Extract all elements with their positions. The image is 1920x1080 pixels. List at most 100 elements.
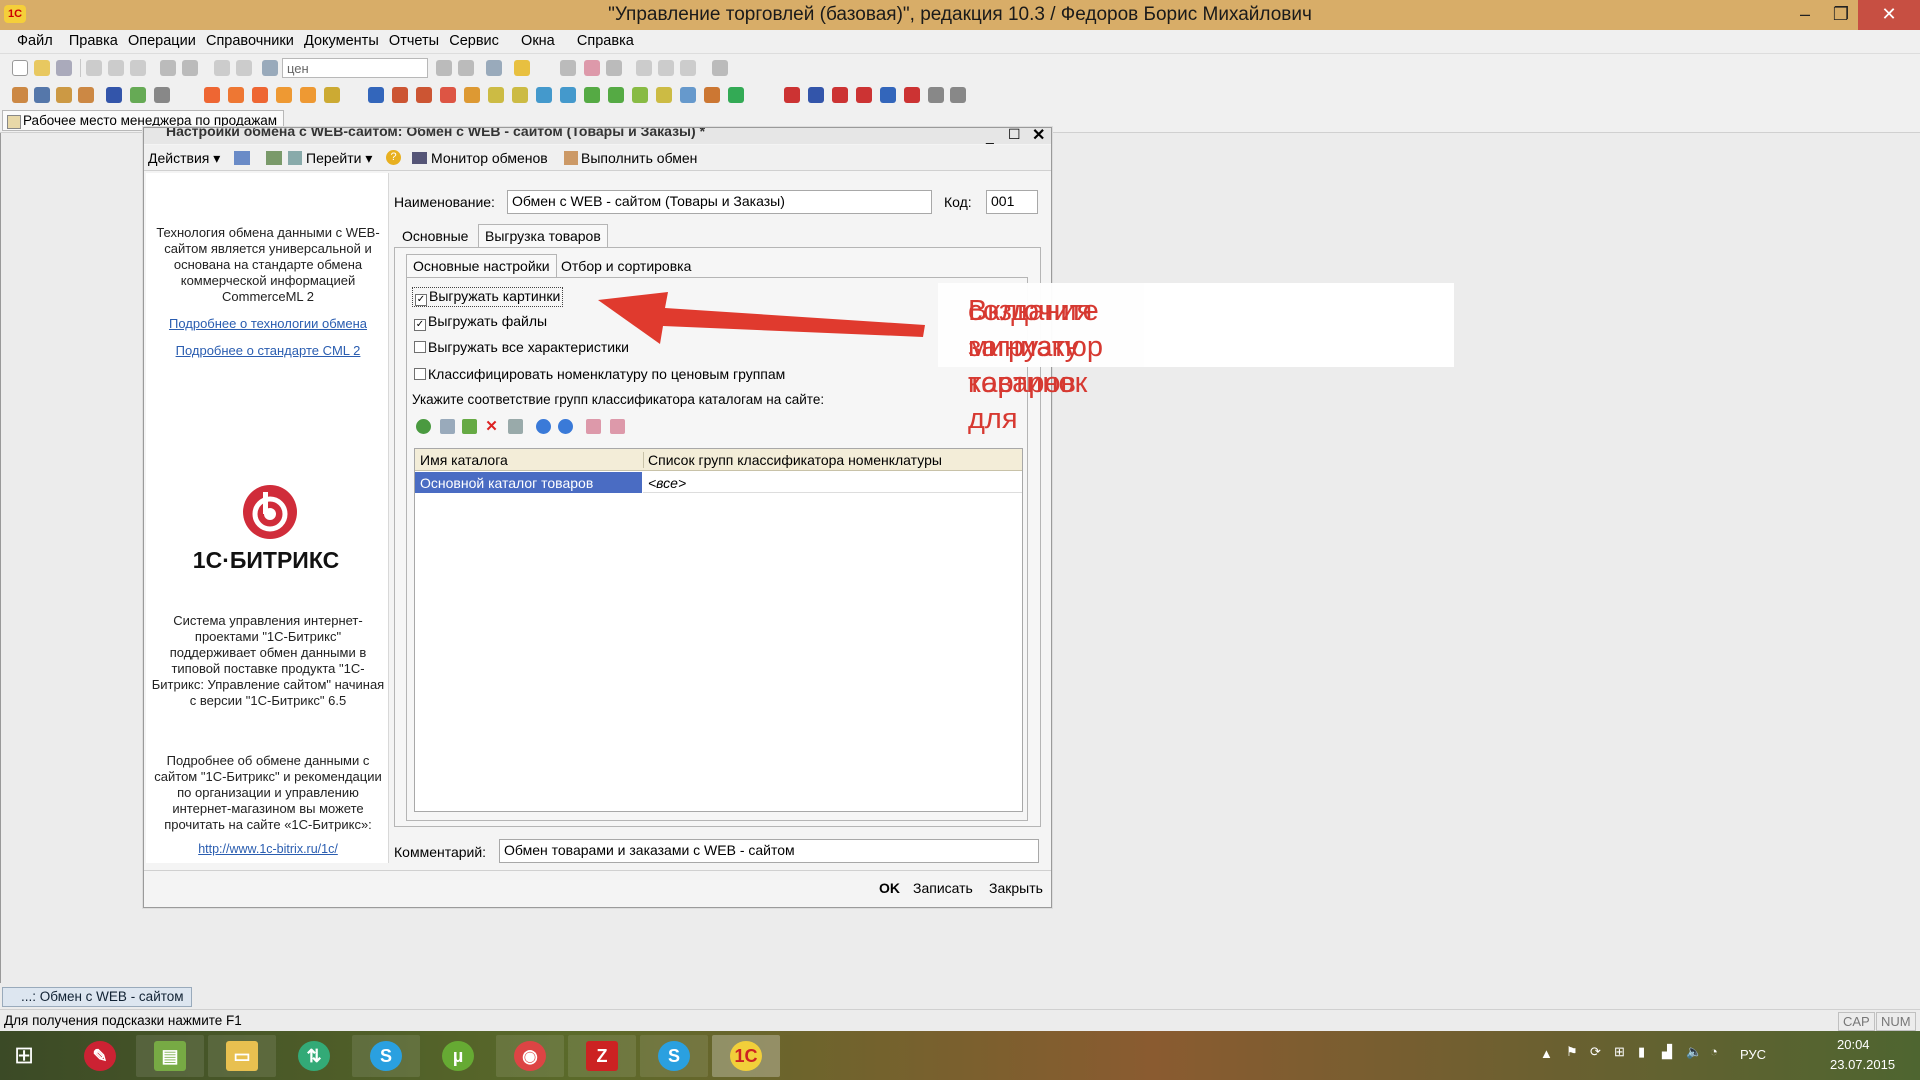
toolbar-doc-icon-31[interactable] — [808, 87, 824, 103]
subtab-main-settings[interactable]: Основные настройки — [406, 254, 557, 277]
toolbar-doc-icon-10[interactable] — [252, 87, 268, 103]
toolbar-doc-icon-22[interactable] — [560, 87, 576, 103]
print-icon[interactable] — [160, 60, 176, 76]
window-close-button[interactable]: ✕ — [1032, 125, 1045, 145]
search-input[interactable]: цен — [282, 58, 428, 78]
toolbar-doc-icon-11[interactable] — [276, 87, 292, 103]
column-classifier-groups[interactable]: Список групп классификатора номенклатуры — [643, 452, 942, 468]
window-maximize-button[interactable]: ☐ — [1008, 126, 1021, 143]
taskbar-app-skype-1[interactable]: S — [352, 1035, 420, 1077]
volume-icon[interactable]: 🔈 — [1686, 1044, 1702, 1060]
toolbar-doc-icon-16[interactable] — [416, 87, 432, 103]
cml-standard-link[interactable]: Подробнее о стандарте CML 2 — [150, 343, 386, 359]
code-field[interactable]: 001 — [986, 190, 1038, 214]
export-files-checkbox[interactable]: ✓ Выгружать файлы — [414, 313, 547, 331]
taskbar-app-calculator[interactable]: ▤ — [136, 1035, 204, 1077]
taskbar-app-paint[interactable]: ✎ — [66, 1035, 134, 1077]
find-prev-icon[interactable] — [458, 60, 474, 76]
technology-link[interactable]: Подробнее о технологии обмена — [150, 316, 386, 332]
menu-documents[interactable]: Документы — [301, 30, 382, 49]
taskbar-app-skype-2[interactable]: S — [640, 1035, 708, 1077]
close-button[interactable]: ✕ — [1858, 0, 1920, 30]
toolbar-doc-icon-20[interactable] — [512, 87, 528, 103]
calendar-icon[interactable] — [584, 60, 600, 76]
memory-m-icon[interactable] — [636, 60, 652, 76]
toolbar-doc-icon-34[interactable] — [880, 87, 896, 103]
move-down-icon[interactable] — [558, 419, 573, 434]
tab-main[interactable]: Основные — [395, 224, 475, 246]
table-icon[interactable] — [508, 419, 523, 434]
signal-icon[interactable]: ▟ — [1662, 1044, 1672, 1060]
windows-icon[interactable]: ⊞ — [1614, 1044, 1625, 1060]
add-icon[interactable] — [416, 419, 431, 434]
toolbar-doc-icon-32[interactable] — [832, 87, 848, 103]
taskbar-app-network[interactable]: ⇅ — [280, 1035, 348, 1077]
memory-mminus-icon[interactable] — [680, 60, 696, 76]
column-catalog-name[interactable]: Имя каталога — [420, 452, 508, 468]
taskbar-app-1c[interactable]: 1С — [712, 1035, 780, 1077]
menu-windows[interactable]: Окна — [518, 30, 558, 49]
sort-asc-icon[interactable] — [586, 419, 601, 434]
memory-mplus-icon[interactable] — [658, 60, 674, 76]
toolbar-doc-icon-25[interactable] — [632, 87, 648, 103]
toolbar-doc-icon-35[interactable] — [904, 87, 920, 103]
toolbar-doc-icon-29[interactable] — [728, 87, 744, 103]
go-menu[interactable]: Перейти ▾ — [306, 150, 372, 167]
toolbar-doc-icon-30[interactable] — [784, 87, 800, 103]
toolbar-doc-icon-7[interactable] — [154, 87, 170, 103]
table-row[interactable]: Основной каталог товаров <все> — [415, 472, 1022, 494]
delete-icon[interactable]: ✕ — [484, 419, 499, 434]
taskbar-app-utorrent[interactable]: µ — [424, 1035, 492, 1077]
menu-file[interactable]: Файл — [14, 30, 56, 49]
menu-help[interactable]: Справка — [574, 30, 637, 49]
help-icon[interactable]: ? — [386, 150, 401, 165]
save-icon[interactable] — [56, 60, 72, 76]
taskbar-app-chrome[interactable]: ◉ — [496, 1035, 564, 1077]
network-icon[interactable]: ◔ — [1710, 1044, 1718, 1059]
toolbar-doc-icon-3[interactable] — [56, 87, 72, 103]
language-indicator[interactable]: РУС — [1740, 1047, 1766, 1062]
cut-icon[interactable] — [86, 60, 102, 76]
toolbar-doc-icon-17[interactable] — [440, 87, 456, 103]
toolbar-doc-icon-13[interactable] — [324, 87, 340, 103]
toolbar-doc-icon-26[interactable] — [656, 87, 672, 103]
export-images-checkbox[interactable]: ✓ Выгружать картинки — [412, 287, 564, 307]
table-cell-catalog[interactable]: Основной каталог товаров — [415, 472, 642, 493]
save-button[interactable]: Записать — [913, 880, 973, 896]
open-icon[interactable] — [34, 60, 50, 76]
tray-expand-icon[interactable]: ▲ — [1540, 1046, 1553, 1061]
menu-edit[interactable]: Правка — [66, 30, 121, 49]
menu-reports[interactable]: Отчеты — [386, 30, 442, 49]
window-minimize-button[interactable]: _ — [986, 128, 994, 144]
toolbar-doc-icon-12[interactable] — [300, 87, 316, 103]
preview-icon[interactable] — [182, 60, 198, 76]
sync-icon[interactable]: ⟳ — [1590, 1044, 1601, 1060]
redo-icon[interactable] — [236, 60, 252, 76]
move-up-icon[interactable] — [536, 419, 551, 434]
toolbar-doc-icon-18[interactable] — [464, 87, 480, 103]
new-icon[interactable] — [12, 60, 28, 76]
edit-icon[interactable] — [462, 419, 477, 434]
toolbar-doc-icon-36[interactable] — [928, 87, 944, 103]
copy-icon[interactable] — [108, 60, 124, 76]
undo-icon[interactable] — [214, 60, 230, 76]
close-form-button[interactable]: Закрыть — [989, 880, 1043, 896]
name-field[interactable]: Обмен с WEB - сайтом (Товары и Заказы) — [507, 190, 932, 214]
calculator-icon[interactable] — [560, 60, 576, 76]
copy-row-icon[interactable] — [440, 419, 455, 434]
users-icon[interactable] — [606, 60, 622, 76]
toolbar-doc-icon-1[interactable] — [12, 87, 28, 103]
toolbar-doc-icon-37[interactable] — [950, 87, 966, 103]
save-doc-icon[interactable] — [234, 151, 250, 165]
toolbar-doc-icon-14[interactable] — [368, 87, 384, 103]
clock-date[interactable]: 23.07.2015 — [1830, 1057, 1895, 1072]
toolbar-doc-icon-24[interactable] — [608, 87, 624, 103]
start-icon[interactable]: ⊞ — [14, 1043, 42, 1069]
tools-icon[interactable] — [712, 60, 728, 76]
toolbar-doc-icon-6[interactable] — [130, 87, 146, 103]
menu-operations[interactable]: Операции — [125, 30, 199, 49]
toolbar-doc-icon-27[interactable] — [680, 87, 696, 103]
table-cell-groups[interactable]: <все> — [643, 472, 1022, 493]
toolbar-doc-icon-4[interactable] — [78, 87, 94, 103]
info-icon[interactable] — [514, 60, 530, 76]
